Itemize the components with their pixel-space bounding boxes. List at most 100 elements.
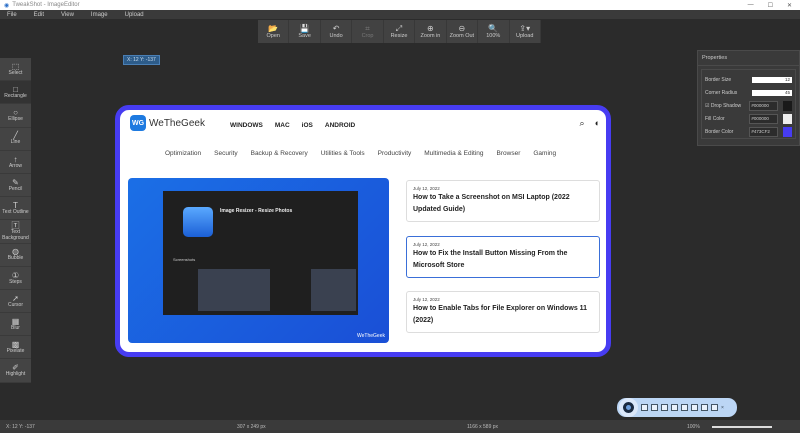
undo-button[interactable]: ↶ Undo: [321, 20, 353, 43]
settings-icon[interactable]: [711, 404, 718, 411]
tool-label: Pencil: [8, 185, 23, 192]
tool-arrow[interactable]: ↑ Arrow: [0, 151, 31, 174]
drop-shadow-checkbox[interactable]: ☑: [705, 103, 709, 109]
logo-text: WeTheGeek: [149, 117, 205, 129]
close-button[interactable]: ✕: [787, 2, 792, 9]
open-button[interactable]: 📂 Open: [258, 20, 290, 43]
article-date: July 12, 2022: [413, 186, 440, 191]
dark-mode-icon: ◐: [594, 118, 600, 128]
save-button[interactable]: 💾 Save: [289, 20, 321, 43]
tool-pixelate[interactable]: ▩ Pixelate: [0, 336, 31, 360]
border-color-input[interactable]: #473CF2: [749, 127, 779, 137]
toolbar-label: Crop: [361, 33, 374, 39]
drop-shadow-label: Drop Shadow: [710, 103, 742, 109]
zoom-in-button[interactable]: ⊕ Zoom in: [415, 20, 447, 43]
fill-color-label: Fill Color: [705, 116, 725, 122]
tool-line[interactable]: ╱ Line: [0, 128, 31, 151]
cursor-position: X: 12 Y: -137: [6, 424, 35, 430]
search-icon: ⌕: [579, 118, 585, 128]
tool-label: Line: [10, 139, 21, 146]
tool-text-background[interactable]: 🅃 Text Background: [0, 220, 31, 244]
nav-windows: WINDOWS: [230, 122, 263, 129]
app-screenshot: [311, 269, 356, 311]
tool-text-outline[interactable]: T Text Outline: [0, 197, 31, 221]
tool-label: Bubble: [7, 255, 24, 262]
category-link: Backup & Recovery: [250, 150, 308, 157]
zoom-level: 100%: [687, 424, 700, 430]
tool-cursor[interactable]: ➚ Cursor: [0, 290, 31, 314]
save-icon: 💾: [299, 24, 310, 33]
corner-radius-label: Corner Radius: [705, 90, 738, 96]
tool-bubble[interactable]: ◍ Bubble: [0, 244, 31, 267]
category-link: Utilities & Tools: [320, 150, 365, 157]
app-icon-image: [183, 207, 213, 237]
article-card: July 12, 2022 How to Fix the Install Butt…: [406, 236, 600, 278]
tool-rectangle[interactable]: □ Rectangle: [0, 81, 31, 105]
tool-blur[interactable]: ▦ Blur: [0, 313, 31, 337]
maximize-button[interactable]: ☐: [768, 2, 773, 9]
tool-pencil[interactable]: ✎ Pencil: [0, 174, 31, 198]
article-title: How to Enable Tabs for File Explorer on …: [413, 305, 588, 324]
category-link: Multimedia & Editing: [424, 150, 484, 157]
tool-label: Blur: [11, 324, 20, 331]
border-size-input[interactable]: 12: [752, 77, 792, 83]
resize-button[interactable]: ⤢ Resize: [384, 20, 416, 43]
nav-ios: iOS: [301, 122, 313, 129]
menu-edit[interactable]: Edit: [34, 12, 44, 18]
article-title: How to Take a Screenshot on MSI Laptop (…: [413, 194, 570, 213]
color-picker-icon[interactable]: [691, 404, 698, 411]
window-title: TweakShot - ImageEditor: [12, 2, 80, 8]
100--button[interactable]: 🔍 100%: [478, 20, 510, 43]
app-screenshot: [198, 269, 270, 311]
close-icon[interactable]: ×: [721, 405, 724, 411]
site-logo: WG WeTheGeek: [130, 115, 205, 131]
fill-color-input[interactable]: #000000: [749, 114, 779, 124]
toolbar-label: Resize: [390, 33, 408, 39]
screenshots-label: Screenshots: [173, 257, 196, 262]
menu-file[interactable]: File: [7, 12, 17, 18]
corner-radius-input[interactable]: 45: [752, 90, 792, 96]
border-color-label: Border Color: [705, 129, 734, 135]
category-link: Security: [214, 150, 238, 157]
category-link: Gaming: [533, 150, 557, 157]
tool-highlight[interactable]: ✐ Highlight: [0, 359, 31, 383]
folder-icon[interactable]: [701, 404, 708, 411]
upload-button[interactable]: ⇪▾ Upload: [510, 20, 541, 43]
crop-icon: ⌗: [365, 24, 370, 33]
properties-title: Properties: [698, 51, 799, 66]
upload-icon: ⇪▾: [519, 24, 531, 33]
region-capture-icon[interactable]: [641, 404, 648, 411]
article-title: How to Fix the Install Button Missing Fr…: [413, 250, 568, 269]
resize-icon: ⤢: [395, 24, 403, 33]
tool-label: Text Background: [2, 229, 29, 241]
fullscreen-capture-icon[interactable]: [661, 404, 668, 411]
nav-mac: MAC: [274, 122, 290, 129]
coordinate-tooltip: X: 12 Y: -137: [123, 55, 160, 65]
menu-image[interactable]: Image: [91, 12, 108, 18]
drop-shadow-color-input[interactable]: #000000: [749, 101, 779, 111]
zoom-out-button[interactable]: ⊖ Zoom Out: [447, 20, 479, 43]
tool-ellipse[interactable]: ○ Ellipse: [0, 104, 31, 128]
tool-steps[interactable]: ① Steps: [0, 267, 31, 290]
zoom-slider[interactable]: [712, 426, 772, 428]
capture-button[interactable]: [619, 398, 638, 417]
toolbar-label: Zoom Out: [449, 33, 475, 39]
site-top-nav: WINDOWS MAC iOS ANDROID: [230, 122, 355, 129]
edited-image[interactable]: WG WeTheGeek WINDOWS MAC iOS ANDROID ⌕ ◐ O…: [115, 105, 611, 357]
scroll-capture-icon[interactable]: [671, 404, 678, 411]
title-bar: ◉ TweakShot - ImageEditor — ☐ ✕: [0, 0, 800, 10]
border-color-swatch[interactable]: [783, 127, 792, 137]
zoom-in-icon: ⊕: [427, 24, 434, 33]
menu-upload[interactable]: Upload: [125, 12, 144, 18]
tool-select[interactable]: ⬚ Select: [0, 58, 31, 82]
category-nav: Optimization Security Backup & Recovery Uti…: [165, 150, 556, 157]
window-capture-icon[interactable]: [651, 404, 658, 411]
fill-color-swatch[interactable]: [783, 114, 792, 124]
minimize-button[interactable]: —: [748, 2, 754, 9]
fixed-region-icon[interactable]: [681, 404, 688, 411]
drop-shadow-swatch[interactable]: [783, 101, 792, 111]
article-card: July 12, 2022 How to Enable Tabs for File…: [406, 291, 600, 333]
crop-button[interactable]: ⌗ Crop: [352, 20, 384, 43]
menu-view[interactable]: View: [61, 12, 74, 18]
tool-label: Select: [8, 69, 23, 76]
